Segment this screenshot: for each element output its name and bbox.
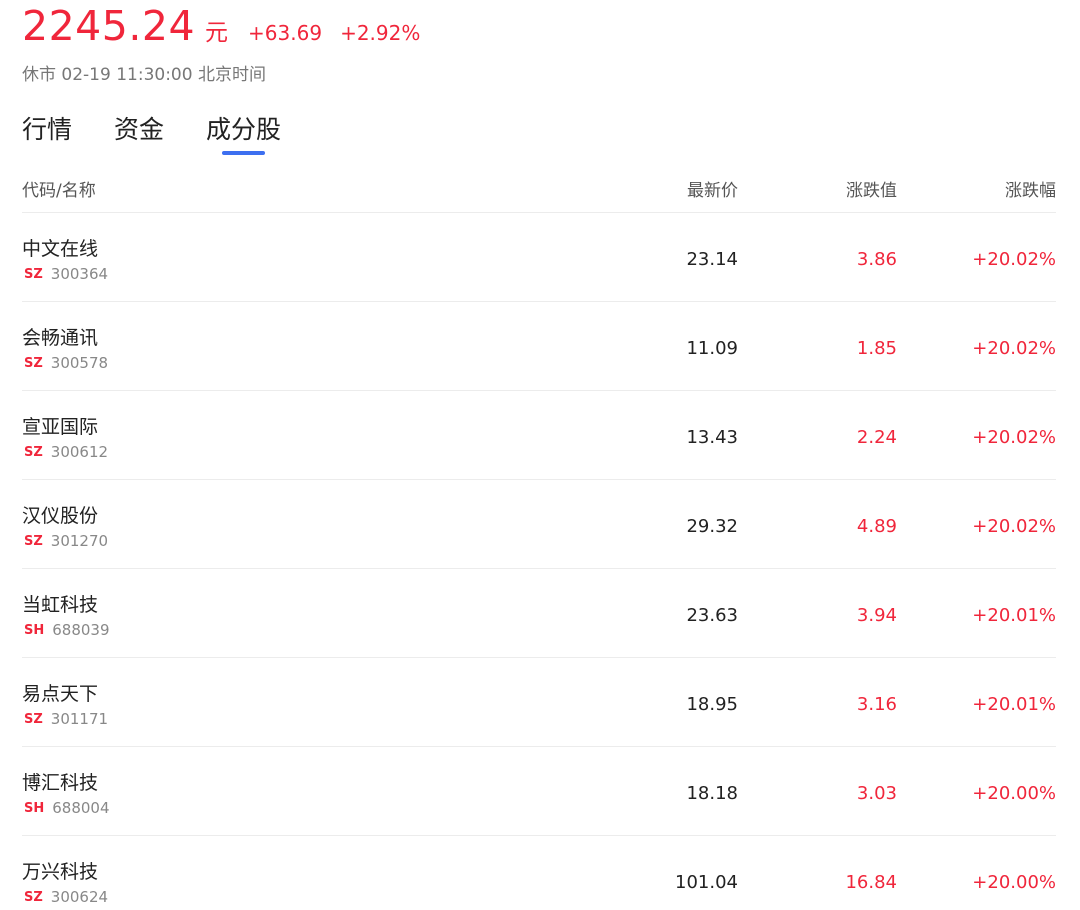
index-price: 2245.24 [22, 2, 196, 50]
change-value: 3.94 [856, 605, 897, 626]
latest-price: 13.43 [686, 427, 738, 448]
stock-code: 300578 [50, 354, 109, 372]
stock-name: 会畅通讯 [22, 327, 99, 349]
market-badge: SZ [24, 889, 43, 905]
change-percent: +20.01% [972, 694, 1056, 715]
stock-name: 汉仪股份 [22, 505, 99, 527]
stock-name: 博汇科技 [22, 772, 99, 794]
change-percent: +20.02% [972, 427, 1056, 448]
change-percent: +20.01% [972, 605, 1056, 626]
change-value: 16.84 [845, 872, 897, 893]
table-row[interactable]: 万兴科技 SZ 300624 101.04 16.84 +20.00% [22, 835, 1056, 910]
latest-price: 23.63 [686, 605, 738, 626]
change-value: 3.86 [856, 249, 897, 270]
change-value: 2.24 [856, 427, 897, 448]
table-row[interactable]: 汉仪股份 SZ 301270 29.32 4.89 +20.02% [22, 479, 1056, 568]
market-badge: SH [24, 800, 45, 816]
header-latest-price[interactable]: 最新价 [687, 176, 738, 201]
market-status: 休市 02-19 11:30:00 北京时间 [22, 65, 266, 85]
price-change-percent: +2.92% [340, 21, 421, 45]
constituents-list: 中文在线 SZ 300364 23.14 3.86 +20.02% 会畅通讯 SZ… [22, 212, 1056, 910]
stock-code: 300624 [50, 888, 109, 906]
change-value: 3.03 [856, 783, 897, 804]
table-row[interactable]: 易点天下 SZ 301171 18.95 3.16 +20.01% [22, 657, 1056, 746]
market-badge: SZ [24, 711, 43, 727]
stock-name: 万兴科技 [22, 861, 99, 883]
tab-bar: 行情 资金 成分股 [22, 110, 323, 156]
tab-capital[interactable]: 资金 [114, 110, 164, 156]
tab-constituents[interactable]: 成分股 [206, 110, 281, 156]
market-badge: SZ [24, 533, 43, 549]
header-change[interactable]: 涨跌值 [846, 176, 897, 201]
price-unit: 元 [205, 20, 229, 46]
market-badge: SZ [24, 355, 43, 371]
index-quote: 2245.24 元 +63.69 +2.92% [22, 2, 420, 50]
change-percent: +20.00% [972, 783, 1056, 804]
latest-price: 29.32 [686, 516, 738, 537]
latest-price: 101.04 [675, 872, 738, 893]
table-row[interactable]: 宣亚国际 SZ 300612 13.43 2.24 +20.02% [22, 390, 1056, 479]
stock-name: 当虹科技 [22, 594, 99, 616]
stock-code: 301270 [50, 532, 109, 550]
latest-price: 11.09 [686, 338, 738, 359]
stock-name: 中文在线 [22, 238, 99, 260]
change-value: 3.16 [856, 694, 897, 715]
price-change: +63.69 [248, 21, 323, 45]
market-badge: SZ [24, 444, 43, 460]
stock-name: 易点天下 [22, 683, 99, 705]
change-value: 4.89 [856, 516, 897, 537]
header-code-name: 代码/名称 [22, 181, 96, 201]
table-row[interactable]: 当虹科技 SH 688039 23.63 3.94 +20.01% [22, 568, 1056, 657]
latest-price: 23.14 [686, 249, 738, 270]
change-percent: +20.02% [972, 516, 1056, 537]
change-value: 1.85 [856, 338, 897, 359]
stock-code: 301171 [50, 710, 109, 728]
tab-quotes[interactable]: 行情 [22, 110, 72, 156]
header-change-percent[interactable]: 涨跌幅 [1005, 176, 1056, 201]
stock-code: 300364 [50, 265, 109, 283]
stock-code: 688039 [52, 621, 110, 639]
table-row[interactable]: 中文在线 SZ 300364 23.14 3.86 +20.02% [22, 212, 1056, 301]
change-percent: +20.02% [972, 338, 1056, 359]
stock-code: 688004 [52, 799, 110, 817]
latest-price: 18.18 [686, 783, 738, 804]
market-badge: SH [24, 622, 45, 638]
change-percent: +20.00% [972, 872, 1056, 893]
latest-price: 18.95 [686, 694, 738, 715]
market-badge: SZ [24, 266, 43, 282]
change-percent: +20.02% [972, 249, 1056, 270]
table-row[interactable]: 博汇科技 SH 688004 18.18 3.03 +20.00% [22, 746, 1056, 835]
table-row[interactable]: 会畅通讯 SZ 300578 11.09 1.85 +20.02% [22, 301, 1056, 390]
stock-code: 300612 [50, 443, 109, 461]
table-header: 代码/名称 最新价 涨跌值 涨跌幅 [22, 176, 1056, 201]
stock-name: 宣亚国际 [22, 416, 99, 438]
